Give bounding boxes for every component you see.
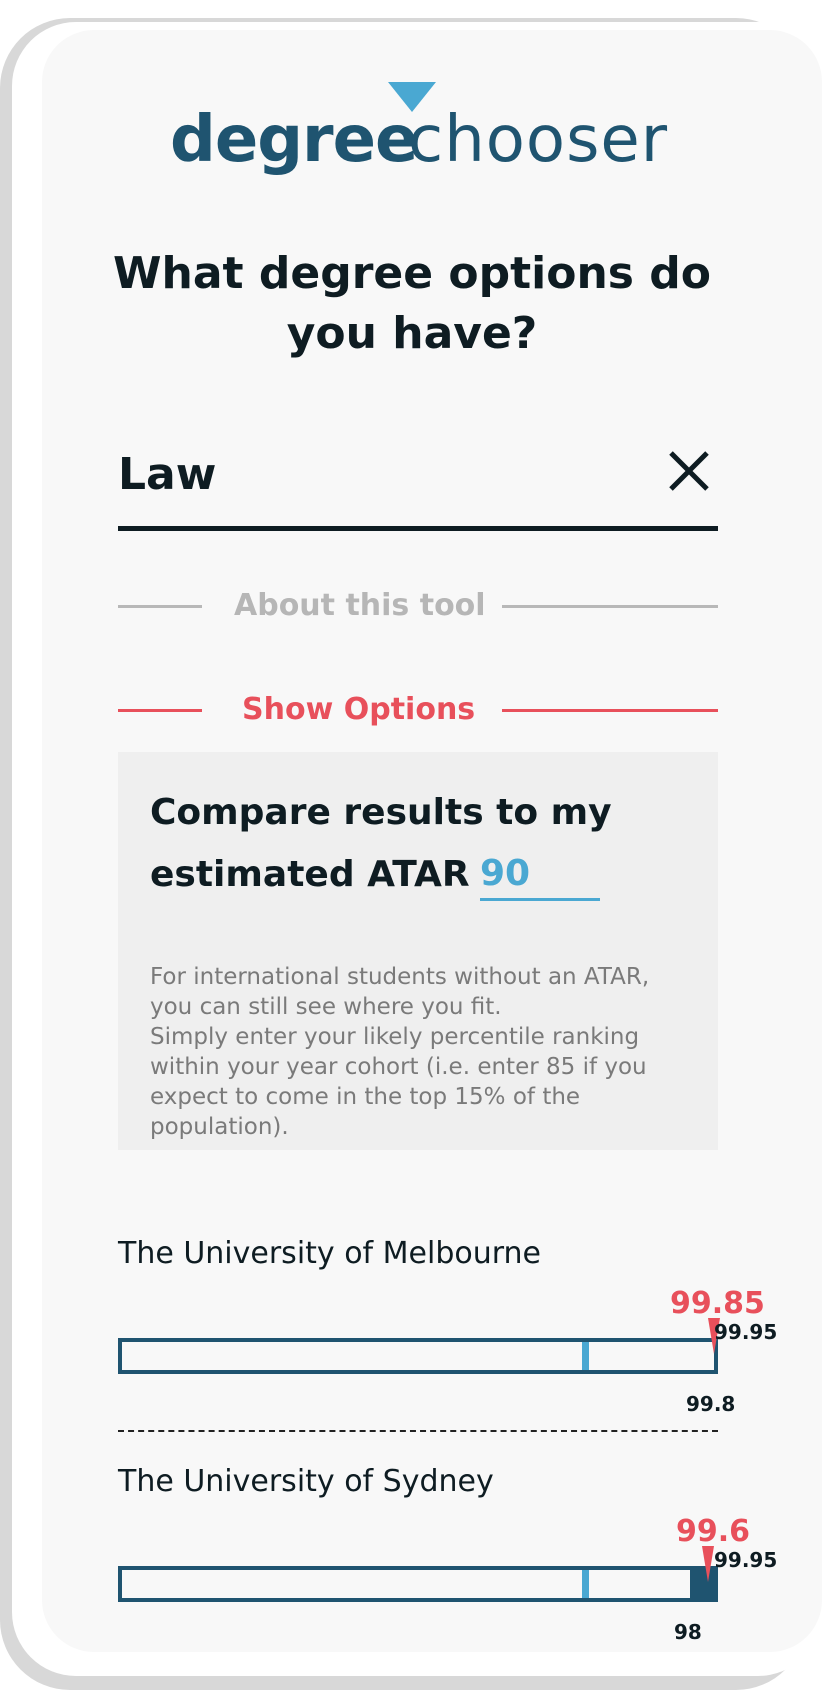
compare-title: Compare results to my estimated ATAR — [150, 792, 612, 895]
search-underline — [118, 526, 718, 531]
show-options-label[interactable]: Show Options — [242, 690, 475, 730]
my-atar-marker — [582, 1342, 589, 1370]
min-score-label: 98 — [674, 1620, 702, 1644]
score-pointer-icon — [702, 1546, 714, 1582]
divider-line — [502, 605, 718, 608]
about-tool-label[interactable]: About this tool — [234, 586, 486, 626]
close-icon — [669, 451, 709, 491]
search-field — [118, 430, 718, 540]
my-atar-marker — [582, 1570, 589, 1598]
max-score-label: 99.95 — [714, 1548, 778, 1572]
about-tool-link[interactable]: About this tool — [118, 586, 718, 626]
compare-note: For international students without an AT… — [150, 962, 690, 1142]
logo-degree-text: degree — [170, 103, 418, 177]
app-screen: degree chooser What degree options do yo… — [42, 30, 822, 1652]
result-divider — [118, 1430, 718, 1432]
page-title: What degree options do you have? — [112, 248, 712, 359]
max-score-label: 99.95 — [714, 1320, 778, 1344]
divider-line — [118, 709, 202, 712]
clear-search-button[interactable] — [666, 448, 712, 494]
logo[interactable]: degree chooser — [170, 82, 710, 182]
logo-chooser-text: chooser — [408, 103, 669, 177]
divider-line — [118, 605, 202, 608]
atar-range-bar — [118, 1566, 718, 1602]
compare-note-line1: For international students without an AT… — [150, 964, 650, 1020]
compare-note-line2: Simply enter your likely percentile rank… — [150, 1024, 647, 1140]
atar-input[interactable] — [480, 848, 600, 901]
result-item[interactable]: The University of Melbourne 99.85 99.95 … — [118, 1234, 777, 1434]
atar-range-bar — [118, 1338, 718, 1374]
university-name[interactable]: The University of Sydney — [118, 1462, 494, 1502]
divider-line — [502, 709, 718, 712]
search-input[interactable] — [118, 444, 638, 504]
min-score-label: 99.8 — [686, 1392, 736, 1416]
compare-atar-panel: Compare results to my estimated ATAR For… — [118, 752, 718, 1150]
result-item[interactable]: The University of Sydney 99.6 99.95 98 — [118, 1462, 777, 1652]
university-name[interactable]: The University of Melbourne — [118, 1234, 541, 1274]
show-options-link[interactable]: Show Options — [118, 690, 718, 730]
